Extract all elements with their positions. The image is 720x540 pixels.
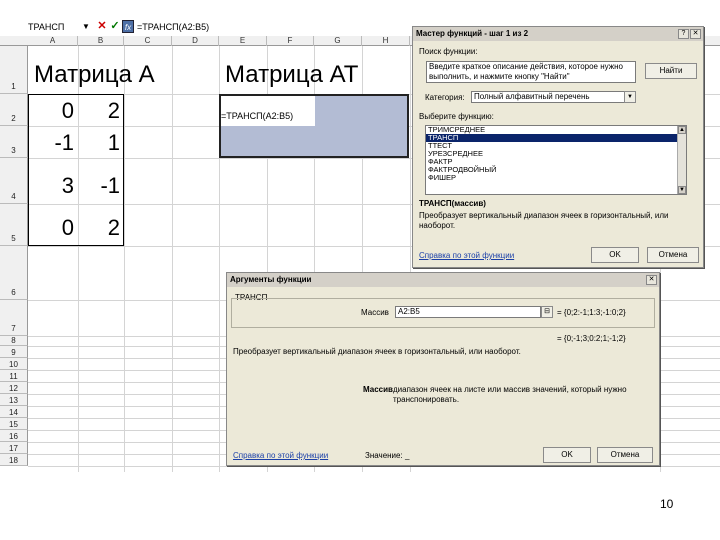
column-header-e[interactable]: E [219,36,267,46]
column-header-a[interactable]: A [28,36,78,46]
function-list-item-selected[interactable]: ТРАНСП [426,134,686,142]
matrix-at-title[interactable]: Матрица АТ [225,60,358,90]
confirm-entry-icon[interactable]: ✓ [109,20,121,33]
row-header-11[interactable]: 11 [0,370,28,382]
args-description: Преобразует вертикальный диапазон ячеек … [233,347,521,356]
function-list-item[interactable]: ФИШЕР [426,174,686,182]
select-function-label: Выберите функцию: [419,112,494,121]
column-header-b[interactable]: B [78,36,124,46]
args-cancel-button[interactable]: Отмена [597,447,653,463]
insert-function-icon[interactable]: fx [122,20,134,33]
formula-input[interactable]: =ТРАНСП(A2:B5) [137,20,209,34]
row-header-16[interactable]: 16 [0,430,28,442]
row-header-9[interactable]: 9 [0,346,28,358]
row-header-8[interactable]: 8 [0,336,28,346]
column-header-d[interactable]: D [172,36,219,46]
cancel-entry-icon[interactable]: ✕ [96,20,108,33]
category-dropdown-icon[interactable]: ▼ [624,91,636,103]
search-label: Поиск функции: [419,47,478,56]
column-header-c[interactable]: C [124,36,172,46]
value-text: _ [405,451,410,460]
name-box-dropdown-icon[interactable]: ▼ [82,20,90,34]
function-list[interactable]: ТРИМСРЕДНЕЕ ТРАНСП ТТЕСТ УРЕЗСРЕДНЕЕ ФАК… [425,125,687,195]
selected-range[interactable] [219,94,409,158]
matrix-a-cell[interactable]: -1 [30,130,74,156]
column-header-h[interactable]: H [362,36,410,46]
row-header-12[interactable]: 12 [0,382,28,394]
matrix-a-cell[interactable]: 0 [30,215,74,241]
category-select[interactable]: Полный алфавитный перечень [471,91,625,103]
active-cell-formula: =ТРАНСП(A2:B5) [221,111,294,121]
args-help-link[interactable]: Справка по этой функции [233,451,328,461]
array-input[interactable]: A2:B5 [395,306,541,318]
find-button[interactable]: Найти [645,63,697,79]
row-header-5[interactable]: 5 [0,204,28,246]
array-result: = {0;2:-1;1:3;-1:0;2} [557,308,626,317]
param-name: Массив [363,385,393,394]
column-header-f[interactable]: F [267,36,314,46]
args-title: Аргументы функции [227,273,659,287]
result-preview: = {0;-1;3;0:2;1;-1;2} [557,334,626,343]
matrix-a-cell[interactable]: 2 [78,98,120,124]
param-description: диапазон ячеек на листе или массив значе… [393,385,627,404]
function-arguments-dialog: Аргументы функции ✕ ТРАНСП Массив A2:B5 … [226,272,660,466]
column-header-g[interactable]: G [314,36,362,46]
wizard-help-link[interactable]: Справка по этой функции [419,251,514,261]
row-header-7[interactable]: 7 [0,300,28,336]
help-icon[interactable]: ? [678,29,689,39]
row-header-10[interactable]: 10 [0,358,28,370]
row-header-18[interactable]: 18 [0,454,28,466]
row-header-17[interactable]: 17 [0,442,28,454]
function-list-item[interactable]: ТРИМСРЕДНЕЕ [426,126,686,134]
args-ok-button[interactable]: OK [543,447,591,463]
function-list-item[interactable]: УРЕЗСРЕДНЕЕ [426,150,686,158]
row-header-4[interactable]: 4 [0,158,28,204]
scroll-up-icon[interactable]: ▲ [678,126,686,134]
close-icon[interactable]: ✕ [646,275,657,285]
page-number: 10 [660,497,674,511]
category-label: Категория: [425,93,465,102]
spreadsheet-screen: ТРАНСП ▼ ✕ ✓ fx =ТРАНСП(A2:B5) A B C D E… [0,0,720,540]
function-description: Преобразует вертикальный диапазон ячеек … [419,211,669,230]
row-header-14[interactable]: 14 [0,406,28,418]
wizard-ok-button[interactable]: OK [591,247,639,263]
matrix-a-cell[interactable]: 0 [30,98,74,124]
matrix-a-cell[interactable]: -1 [78,173,120,199]
name-box[interactable]: ТРАНСП [28,20,90,34]
row-header-13[interactable]: 13 [0,394,28,406]
function-list-scrollbar[interactable]: ▲ ▼ [677,126,686,194]
row-header-6[interactable]: 6 [0,246,28,300]
scroll-down-icon[interactable]: ▼ [678,186,686,194]
value-label: Значение: [365,451,403,460]
collapse-dialog-icon[interactable]: ⊟ [541,306,553,318]
matrix-a-cell[interactable]: 3 [30,173,74,199]
row-header-3[interactable]: 3 [0,126,28,158]
close-icon[interactable]: ✕ [690,29,701,39]
wizard-cancel-button[interactable]: Отмена [647,247,699,263]
array-label: Массив [361,308,389,317]
search-field[interactable]: Введите краткое описание действия, котор… [426,61,636,83]
matrix-a-title[interactable]: Матрица А [34,60,155,90]
row-header-2[interactable]: 2 [0,94,28,126]
function-signature: ТРАНСП(массив) [419,199,486,208]
row-header-15[interactable]: 15 [0,418,28,430]
row-header-1[interactable]: 1 [0,46,28,94]
matrix-a-cell[interactable]: 1 [78,130,120,156]
matrix-a-cell[interactable]: 2 [78,215,120,241]
wizard-title: Мастер функций - шаг 1 из 2 [413,27,703,41]
function-list-item[interactable]: ФАКТРОДВОЙНЫЙ [426,166,686,174]
